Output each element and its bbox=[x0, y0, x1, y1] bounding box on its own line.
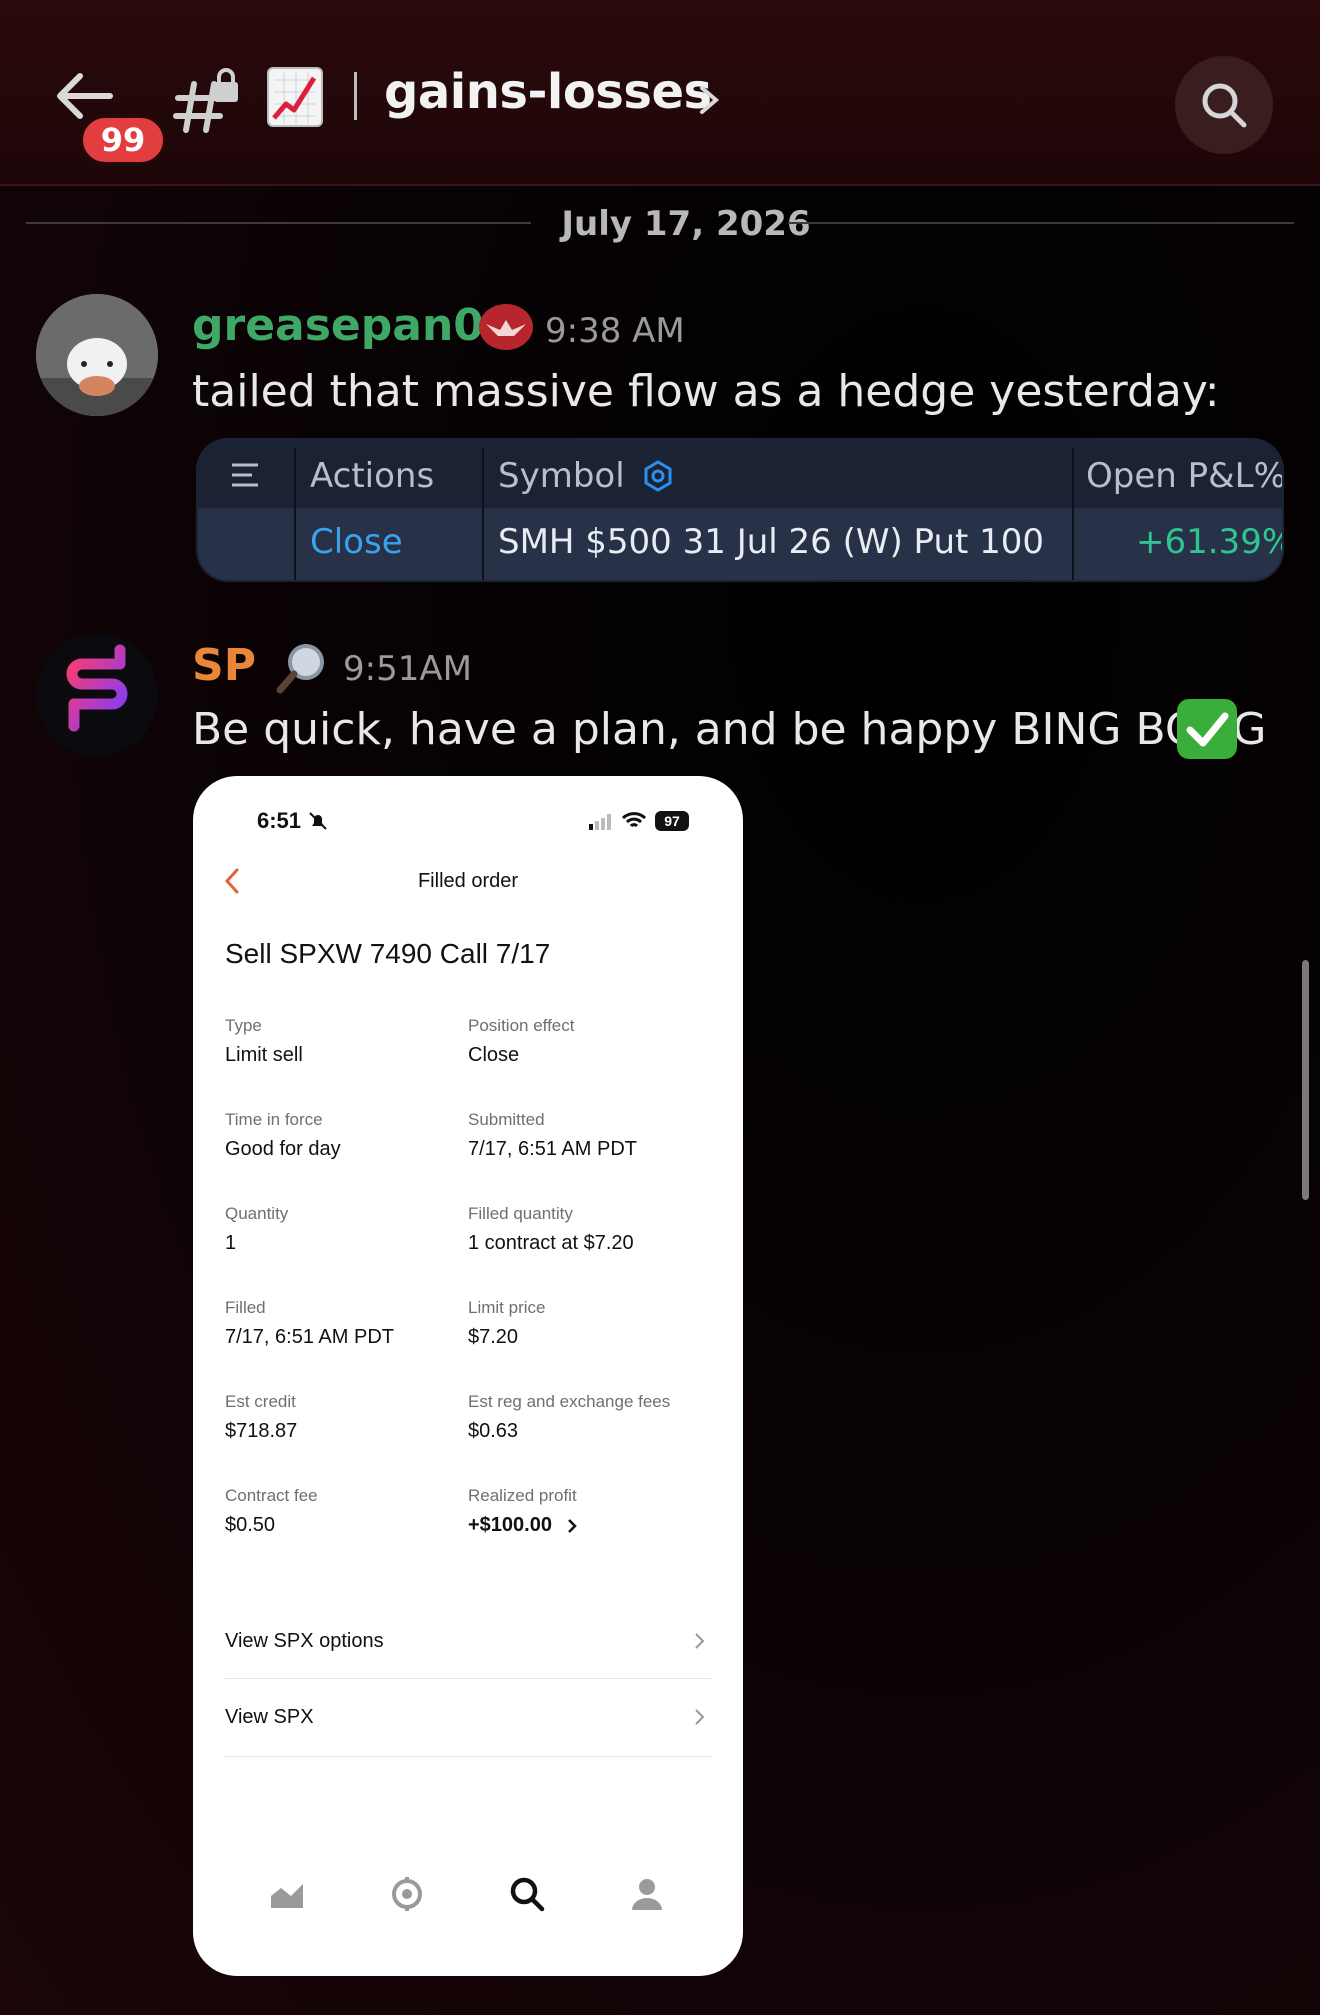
field-value: 7/17, 6:51 AM PDT bbox=[468, 1138, 637, 1160]
field-label: Est credit bbox=[225, 1392, 296, 1411]
column-header-actions: Actions bbox=[310, 456, 435, 496]
open-pnl-value: +61.39% bbox=[1136, 522, 1282, 562]
separator bbox=[225, 1678, 711, 1679]
signal-icon bbox=[587, 812, 615, 830]
username[interactable]: SP bbox=[192, 640, 256, 691]
duck-avatar-image bbox=[36, 294, 158, 416]
action-close-link: Close bbox=[310, 522, 403, 562]
view-spx-link[interactable]: View SPX bbox=[225, 1706, 314, 1729]
positions-table-image[interactable]: Actions Symbol Open P&L% Close SMH $500 … bbox=[198, 440, 1282, 580]
message-text: Be quick, have a plan, and be happy BING… bbox=[192, 704, 1267, 755]
view-spx-options-link[interactable]: View SPX options bbox=[225, 1630, 384, 1653]
date-label: July 17, 2026 bbox=[561, 204, 811, 244]
field-label: Limit price bbox=[468, 1298, 546, 1317]
field-label: Quantity bbox=[225, 1204, 289, 1223]
field-value: 1 contract at $7.20 bbox=[468, 1232, 634, 1254]
screen-title: Filled order bbox=[417, 870, 519, 892]
field-label: Position effect bbox=[468, 1016, 575, 1035]
field-label: Contract fee bbox=[225, 1486, 318, 1505]
search-icon bbox=[1202, 83, 1247, 128]
username-text: greasepan01 bbox=[192, 300, 515, 351]
field-value: $718.87 bbox=[225, 1420, 298, 1442]
scrollbar[interactable] bbox=[1302, 960, 1309, 1200]
column-divider bbox=[482, 448, 484, 580]
header-divider bbox=[354, 72, 357, 120]
chevron-right-icon[interactable] bbox=[694, 80, 724, 120]
wifi-icon bbox=[621, 810, 647, 832]
settings-icon bbox=[642, 460, 674, 492]
battery-indicator: 97 bbox=[655, 811, 689, 831]
field-value: Limit sell bbox=[225, 1044, 303, 1066]
field-label: Filled quantity bbox=[468, 1204, 573, 1223]
account-nav-icon[interactable] bbox=[627, 1874, 667, 1914]
field-value: $0.63 bbox=[468, 1420, 519, 1442]
field-value: $7.20 bbox=[468, 1326, 519, 1348]
avatar[interactable] bbox=[36, 294, 158, 416]
channel-name[interactable]: gains-losses bbox=[384, 64, 712, 120]
field-label: Est reg and exchange fees bbox=[468, 1392, 671, 1411]
avatar[interactable] bbox=[36, 634, 158, 756]
field-label: Time in force bbox=[225, 1110, 323, 1129]
role-badge-icon bbox=[478, 302, 534, 352]
field-value: $0.50 bbox=[225, 1514, 276, 1536]
field-label: Filled bbox=[225, 1298, 266, 1317]
realized-profit-value[interactable]: +$100.00 bbox=[468, 1514, 552, 1537]
status-time: 6:51 bbox=[257, 808, 302, 833]
field-label: Type bbox=[225, 1016, 262, 1035]
bell-slash-icon bbox=[307, 810, 329, 832]
username[interactable]: greasepan01 bbox=[192, 300, 515, 351]
channel-header: 99 gains-losses bbox=[0, 0, 1320, 186]
chevron-right-icon bbox=[693, 1706, 707, 1728]
separator bbox=[225, 1756, 711, 1757]
field-value: 7/17, 6:51 AM PDT bbox=[225, 1326, 394, 1348]
locked-text-channel-icon bbox=[172, 68, 242, 138]
chart-increasing-emoji bbox=[266, 66, 324, 128]
position-symbol: SMH $500 31 Jul 26 (W) Put 100 bbox=[498, 522, 1045, 562]
menu-icon bbox=[230, 462, 260, 488]
column-header-open-pnl: Open P&L% bbox=[1086, 456, 1282, 496]
field-value: Good for day bbox=[225, 1138, 341, 1160]
username-text: SP bbox=[192, 640, 256, 691]
field-label: Realized profit bbox=[468, 1486, 577, 1505]
search-button[interactable] bbox=[1175, 56, 1273, 154]
field-value: 1 bbox=[225, 1232, 237, 1254]
date-divider: July 17, 2026 bbox=[26, 200, 1294, 244]
magnifying-glass-icon bbox=[274, 640, 330, 696]
search-nav-icon[interactable] bbox=[507, 1874, 547, 1914]
unread-badge: 99 bbox=[80, 115, 166, 165]
column-header-symbol: Symbol bbox=[498, 456, 625, 496]
browse-nav-icon[interactable] bbox=[387, 1874, 427, 1914]
chevron-right-icon bbox=[693, 1630, 707, 1652]
field-label: Submitted bbox=[468, 1110, 545, 1129]
message-timestamp: 9:38 AM bbox=[545, 311, 685, 351]
chevron-right-icon bbox=[565, 1516, 579, 1536]
order-title: Sell SPXW 7490 Call 7/17 bbox=[225, 938, 551, 969]
column-divider bbox=[1072, 448, 1074, 580]
chart-nav-icon[interactable] bbox=[267, 1874, 307, 1914]
message-timestamp: 9:51AM bbox=[343, 649, 472, 689]
check-mark-emoji bbox=[1176, 698, 1238, 760]
divider-line bbox=[788, 222, 1294, 224]
divider-line bbox=[26, 222, 531, 224]
message-text: tailed that massive flow as a hedge yest… bbox=[192, 366, 1220, 417]
sp-logo-avatar bbox=[36, 634, 158, 756]
order-screenshot-image[interactable]: 6:51 97 Filled order Sell SPXW 7490 Call… bbox=[193, 776, 743, 1976]
field-value: Close bbox=[468, 1044, 520, 1066]
column-divider bbox=[294, 448, 296, 580]
